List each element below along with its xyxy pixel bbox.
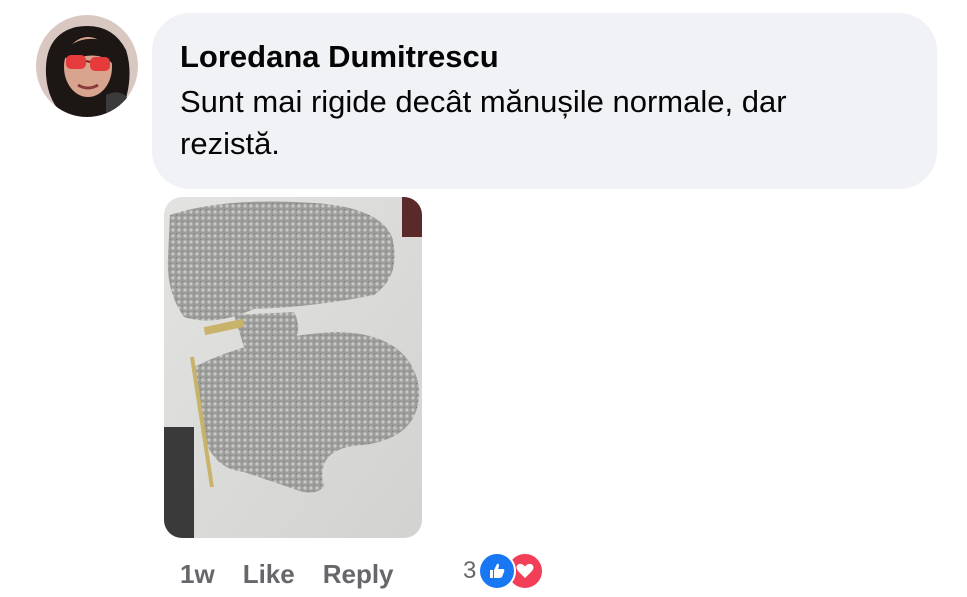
reply-button[interactable]: Reply <box>323 556 394 592</box>
comment-container: Loredana Dumitrescu Sunt mai rigide decâ… <box>0 0 967 597</box>
comment-actions: 1w Like Reply <box>180 556 422 592</box>
reactions-summary[interactable]: 3 <box>463 552 545 590</box>
comment-text: Sunt mai rigide decât mănușile normale, … <box>180 84 787 161</box>
comment-photo[interactable] <box>164 197 422 538</box>
comment-author[interactable]: Loredana Dumitrescu <box>180 39 499 75</box>
comment-timestamp[interactable]: 1w <box>180 556 215 592</box>
like-button[interactable]: Like <box>243 556 295 592</box>
comment-bubble: Loredana Dumitrescu Sunt mai rigide decâ… <box>152 13 937 189</box>
reaction-count: 3 <box>463 557 477 584</box>
avatar[interactable] <box>36 15 138 117</box>
